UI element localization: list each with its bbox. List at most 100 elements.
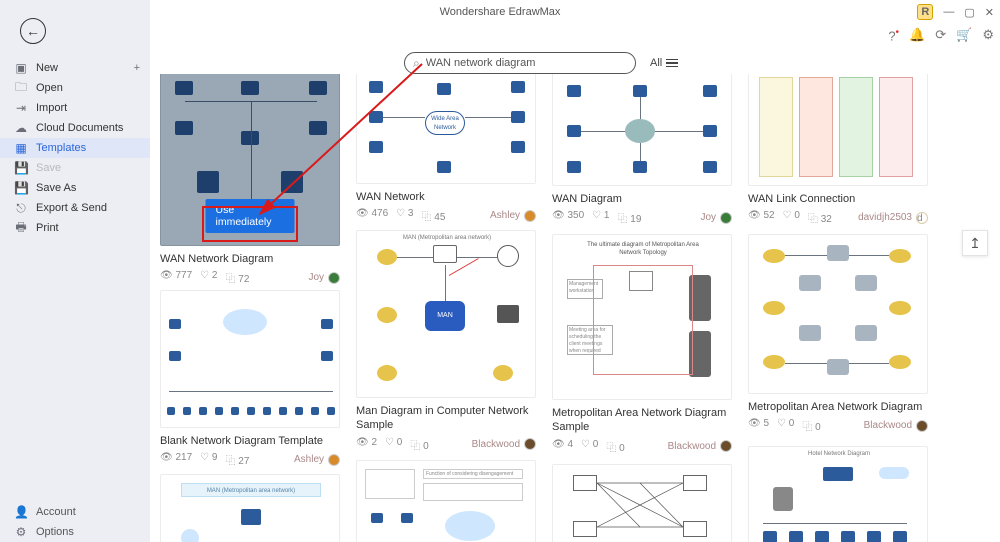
copies-count: 72 (238, 274, 249, 285)
menu-icon (666, 59, 678, 68)
template-card[interactable]: Hotel Network Diagram (748, 446, 928, 542)
sidebar-item-label: Account (36, 506, 76, 518)
template-card[interactable]: Wide AreaNetwork WAN Network 👁 476 ♡ 3 ⿻… (356, 74, 536, 223)
template-card[interactable]: MAN MAN (Metropolitan area network) Man … (356, 230, 536, 452)
card-meta: 👁 217 ♡ 9 ⿻ 27 Ashley (160, 452, 340, 467)
template-card[interactable]: WAN Link Connection 👁 52 ♡ 0 ⿻ 32 davidj… (748, 74, 928, 225)
views-count: 52 (763, 210, 774, 221)
gear-icon[interactable]: ⚙ (982, 27, 994, 43)
window-minimize-icon[interactable]: — (943, 6, 954, 18)
search-input[interactable] (426, 57, 627, 69)
author-avatar (720, 212, 732, 224)
copies-count: 32 (821, 214, 832, 225)
sidebar-item-label: Export & Send (36, 202, 107, 214)
sidebar-item-export-send[interactable]: ⎋ Export & Send (0, 198, 150, 218)
copy-icon: ⿻ (410, 441, 420, 452)
help-icon[interactable]: ?• (888, 27, 899, 43)
sidebar-item-label: Import (36, 102, 67, 114)
heart-icon: ♡ (581, 439, 590, 450)
save-icon: 💾 (14, 161, 28, 175)
sidebar-item-label: Print (36, 222, 59, 234)
search-bar[interactable]: ⌕ (404, 52, 636, 74)
filter-all[interactable]: All (650, 52, 678, 74)
window-close-icon[interactable]: ✕ (985, 6, 994, 19)
likes-count: 0 (593, 439, 599, 450)
heart-icon: ♡ (396, 208, 405, 219)
sidebar-item-label: Open (36, 82, 63, 94)
person-icon: 👤 (14, 505, 28, 519)
likes-count: 0 (794, 210, 800, 221)
sidebar-item-cloud-documents[interactable]: ☁ Cloud Documents (0, 118, 150, 138)
sidebar-item-import[interactable]: ⇥ Import (0, 98, 150, 118)
copies-count: 19 (630, 214, 641, 225)
sidebar-item-print[interactable]: 🖶 Print (0, 218, 150, 238)
views-count: 5 (763, 418, 769, 429)
copy-icon: ⿻ (421, 212, 431, 223)
heart-icon: ♡ (200, 270, 209, 281)
likes-count: 2 (212, 270, 218, 281)
author-name: Joy (700, 212, 716, 223)
card-meta: 👁 2 ♡ 0 ⿻ 0 Blackwood (356, 437, 536, 452)
copies-count: 0 (423, 441, 429, 452)
sidebar-item-save-as[interactable]: 💾 Save As (0, 178, 150, 198)
thumbnail-art (161, 291, 339, 427)
heart-icon: ♡ (592, 210, 601, 221)
gear-icon: ⚙ (14, 525, 28, 539)
sidebar-item-options[interactable]: ⚙ Options (0, 522, 150, 542)
heart-icon: ♡ (200, 452, 209, 463)
eye-icon: 👁 (552, 439, 565, 450)
template-card[interactable]: Blank Network Diagram Template 👁 217 ♡ 9… (160, 290, 340, 467)
eye-icon: 👁 (552, 210, 565, 221)
plus-square-icon: ▣ (14, 61, 28, 75)
card-title: WAN Diagram (552, 192, 732, 206)
views-count: 476 (371, 208, 388, 219)
author-name: Blackwood (668, 441, 716, 452)
cloud-icon: ☁ (14, 121, 28, 135)
back-button[interactable] (20, 18, 46, 44)
author-name: Blackwood (472, 439, 520, 450)
window-maximize-icon[interactable]: ▢ (964, 6, 974, 19)
save-as-icon: 💾 (14, 181, 28, 195)
card-title: Blank Network Diagram Template (160, 434, 340, 448)
sidebar-item-account[interactable]: 👤 Account (0, 502, 150, 522)
author-name: Blackwood (864, 420, 912, 431)
title-bar: Wondershare EdrawMax (0, 0, 1000, 24)
template-card[interactable]: The ultimate diagram of Metropolitan Are… (552, 234, 732, 454)
export-icon: ⎋ (14, 201, 28, 216)
sidebar-item-templates[interactable]: ▦ Templates (0, 138, 150, 158)
author-avatar (916, 420, 928, 432)
user-avatar[interactable]: R (917, 4, 933, 20)
templates-icon: ▦ (14, 141, 28, 155)
sidebar-item-new[interactable]: ▣ New + (0, 58, 150, 78)
copies-count: 0 (815, 422, 821, 433)
bell-icon[interactable]: 🔔 (909, 27, 925, 43)
template-card[interactable]: Use immediately WAN Network Diagram 👁 77… (160, 74, 340, 285)
likes-count: 0 (397, 437, 403, 448)
refresh-icon[interactable]: ⟳ (935, 27, 946, 43)
author-avatar (524, 438, 536, 450)
secondary-toolbar: ?• 🔔 ⟳ 🛒 ⚙ (888, 24, 994, 46)
template-card[interactable] (552, 464, 732, 542)
use-immediately-button[interactable]: Use immediately (206, 199, 295, 233)
sidebar-nav: ▣ New + 🗀 Open ⇥ Import ☁ Cloud Document… (0, 58, 150, 238)
sidebar-item-open[interactable]: 🗀 Open (0, 78, 150, 98)
likes-count: 3 (408, 208, 414, 219)
copy-icon: ⿻ (225, 456, 235, 467)
template-card[interactable]: MAN (Metropolitan area network) (160, 474, 340, 542)
sidebar-item-save: 💾 Save (0, 158, 150, 178)
template-card[interactable]: Metropolitan Area Network Diagram 👁 5 ♡ … (748, 234, 928, 433)
copies-count: 45 (434, 212, 445, 223)
plus-icon[interactable]: + (134, 62, 140, 74)
sidebar-item-label: Save As (36, 182, 76, 194)
thumbnail-art: The ultimate diagram of Metropolitan Are… (553, 235, 731, 399)
thumbnail-art (553, 74, 731, 185)
template-card[interactable]: WAN Diagram 👁 350 ♡ 1 ⿻ 19 Joy (552, 74, 732, 225)
author-name: Ashley (490, 210, 520, 221)
eye-icon: 👁 (748, 418, 761, 429)
template-card[interactable]: Function of considering disengagement (356, 460, 536, 542)
eye-icon: 👁 (748, 210, 761, 221)
scroll-to-top-button[interactable]: ↥ (962, 230, 988, 256)
search-icon: ⌕ (413, 56, 420, 71)
print-icon: 🖶 (14, 218, 28, 239)
cart-icon[interactable]: 🛒 (956, 27, 972, 43)
